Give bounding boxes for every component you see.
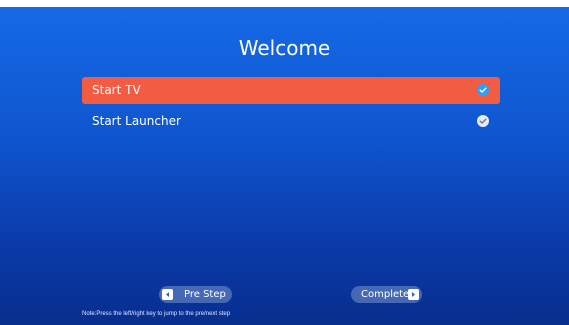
arrow-left-icon	[162, 289, 173, 300]
option-start-tv[interactable]: Start TV	[82, 77, 500, 104]
complete-label: Complete	[361, 289, 410, 300]
option-start-launcher[interactable]: Start Launcher	[82, 108, 500, 135]
pre-step-button[interactable]: Pre Step	[159, 286, 232, 303]
option-label: Start TV	[92, 83, 141, 97]
option-label: Start Launcher	[92, 114, 181, 128]
page-title: Welcome	[238, 36, 331, 60]
pre-step-label: Pre Step	[184, 289, 226, 300]
arrow-right-icon	[408, 289, 419, 300]
complete-button[interactable]: Complete	[351, 286, 422, 303]
checkmark-icon	[477, 84, 489, 96]
setup-screen: Welcome Start TV Start Launcher Pre Step…	[0, 7, 569, 325]
navigation-note: Note:Press the left/right key to jump to…	[82, 311, 231, 317]
checkmark-icon	[477, 115, 489, 127]
